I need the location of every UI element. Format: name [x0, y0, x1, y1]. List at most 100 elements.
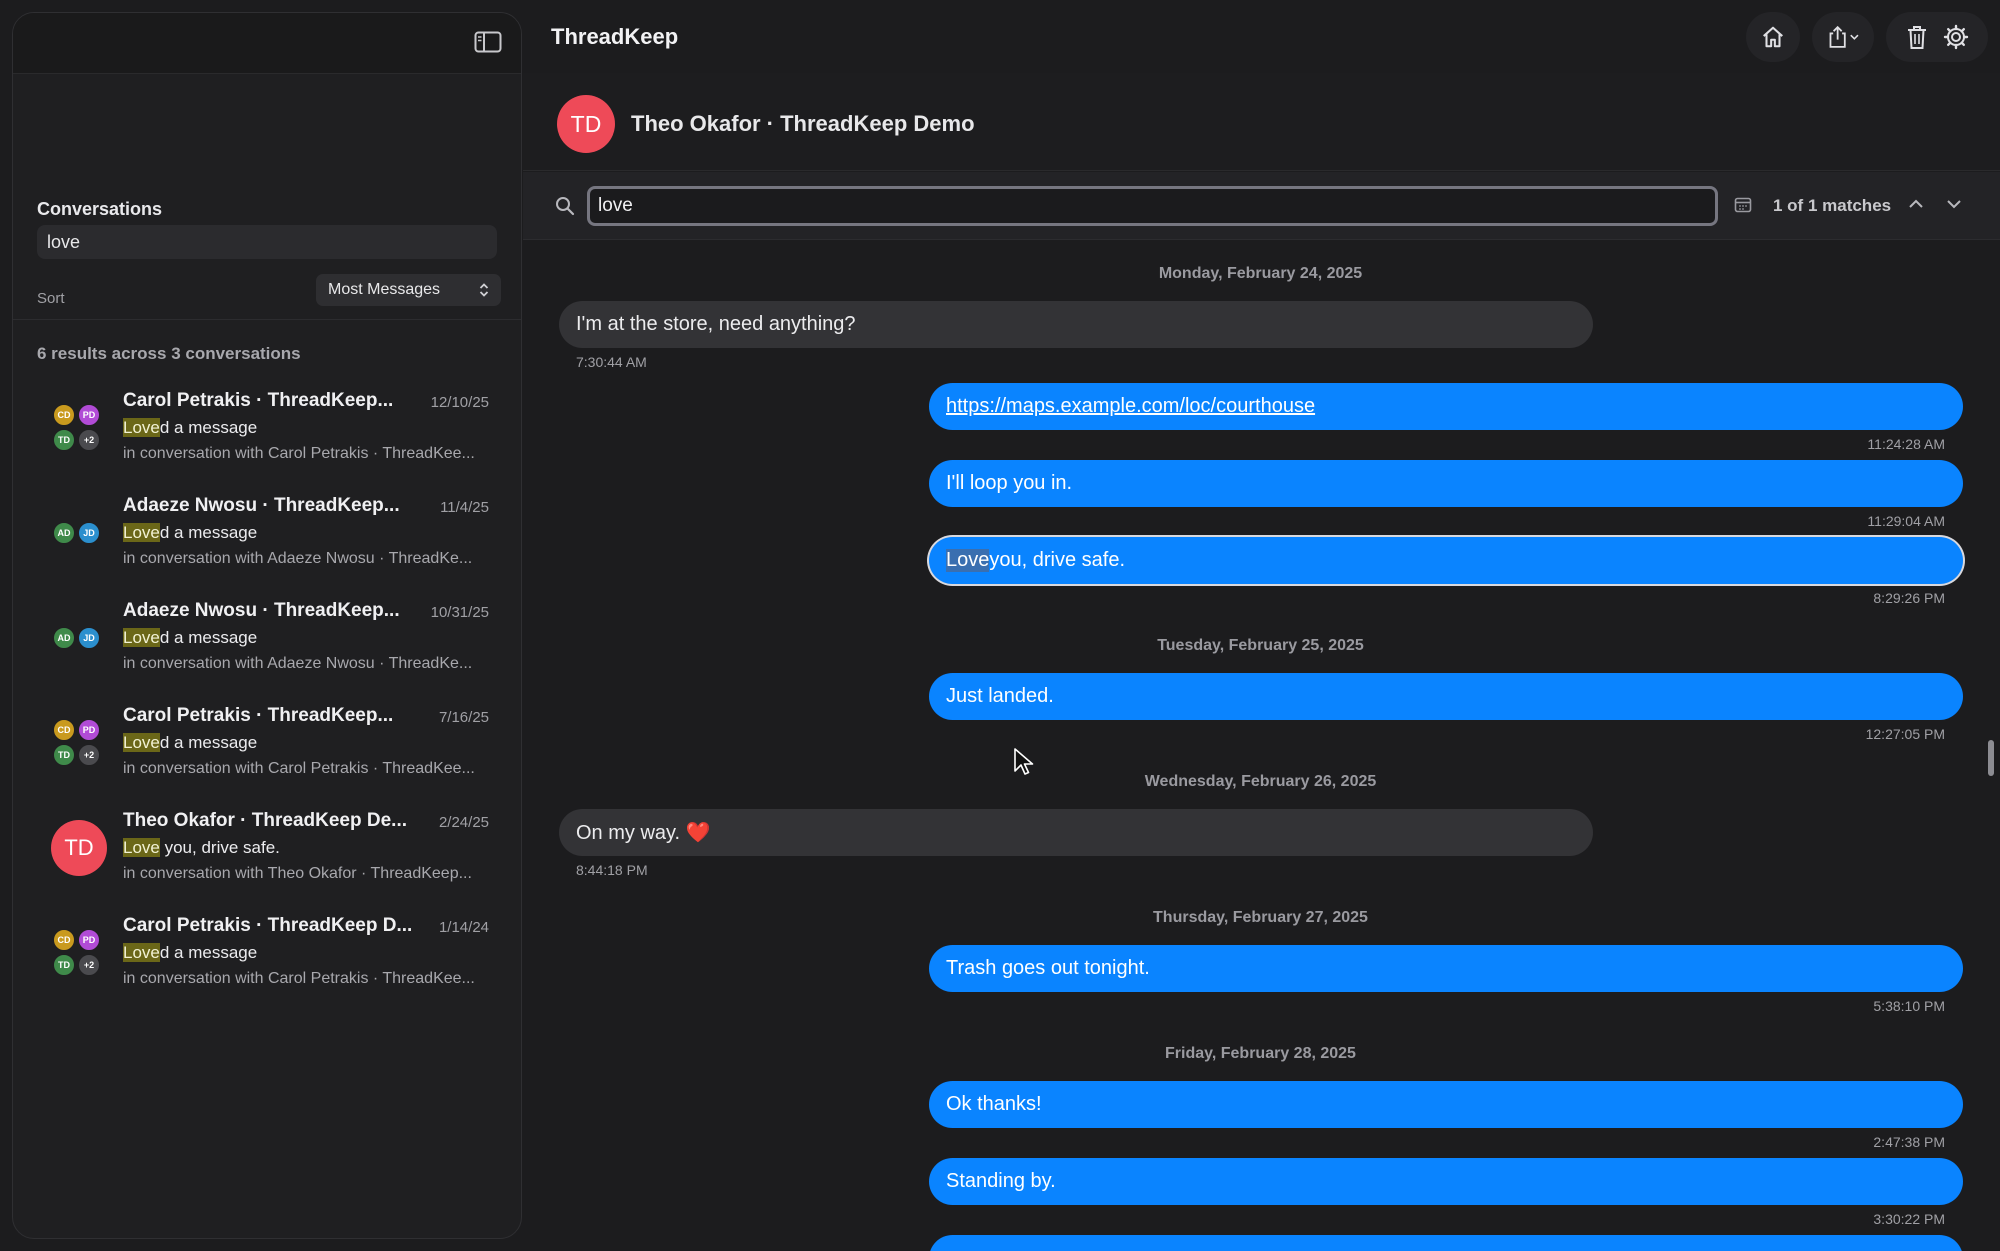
- search-result-item[interactable]: CD PD TD +2 Carol Petrakis · ThreadKeep.…: [13, 378, 521, 483]
- result-date: 2/24/25: [438, 814, 489, 831]
- search-results-list: CD PD TD +2 Carol Petrakis · ThreadKeep.…: [13, 378, 521, 1008]
- trash-icon[interactable]: [1905, 24, 1929, 50]
- sent-message[interactable]: Just landed.: [929, 673, 1963, 720]
- result-snippet: Loved a message: [123, 943, 257, 963]
- message-timestamp: 8:44:18 PM: [576, 862, 648, 878]
- sent-message[interactable]: I'll loop you in.: [929, 460, 1963, 507]
- sent-message-search-match[interactable]: Love you, drive safe.: [929, 537, 1963, 584]
- sidebar-divider: [13, 319, 521, 320]
- match-highlight: Love: [123, 418, 160, 437]
- results-summary: 6 results across 3 conversations: [37, 344, 301, 363]
- sent-message[interactable]: [929, 1235, 1963, 1251]
- sort-select[interactable]: Most Messages: [316, 274, 501, 306]
- sent-message[interactable]: https://maps.example.com/loc/courthouse: [929, 383, 1963, 430]
- message-text: you, drive safe.: [989, 549, 1125, 571]
- group-avatar: AD JD: [51, 610, 111, 670]
- search-result-item[interactable]: TD Theo Okafor · ThreadKeep De... 2/24/2…: [13, 798, 521, 903]
- message-timestamp: 8:29:26 PM: [1873, 590, 1945, 606]
- sidebar-toolbar: [13, 13, 521, 74]
- sent-message[interactable]: Ok thanks!: [929, 1081, 1963, 1128]
- date-separator: Friday, February 28, 2025: [1165, 1045, 1356, 1062]
- result-date: 1/14/24: [438, 919, 489, 936]
- app-title: ThreadKeep: [551, 24, 679, 49]
- match-highlight: Love: [123, 838, 160, 857]
- message-timestamp: 11:29:04 AM: [1867, 513, 1945, 529]
- date-separator: Wednesday, February 26, 2025: [1144, 773, 1377, 790]
- received-message[interactable]: I'm at the store, need anything?: [559, 301, 1593, 348]
- message-timestamp: 2:47:38 PM: [1873, 1134, 1945, 1150]
- calendar-icon[interactable]: [1734, 196, 1752, 214]
- result-conversation-name: Adaeze Nwosu · ThreadKeep...: [123, 600, 400, 621]
- date-separator: Thursday, February 27, 2025: [1153, 909, 1368, 926]
- result-date: 11/4/25: [440, 499, 489, 516]
- sort-label: Sort: [37, 290, 65, 307]
- search-result-item[interactable]: AD JD Adaeze Nwosu · ThreadKeep... 11/4/…: [13, 483, 521, 588]
- sent-message[interactable]: Standing by.: [929, 1158, 1963, 1205]
- result-context: in conversation with Carol Petrakis · Th…: [123, 760, 475, 777]
- share-menu-button[interactable]: [1812, 12, 1874, 62]
- result-snippet: Loved a message: [123, 418, 257, 438]
- received-message[interactable]: On my way. ❤️: [559, 809, 1593, 856]
- avatar: JD: [78, 627, 100, 649]
- result-conversation-name: Carol Petrakis · ThreadKeep...: [123, 705, 394, 726]
- message-timestamp: 3:30:22 PM: [1873, 1211, 1945, 1227]
- top-toolbar: ThreadKeep: [523, 0, 2000, 73]
- avatar: CD: [53, 404, 75, 426]
- avatar: PD: [78, 404, 100, 426]
- result-conversation-name: Carol Petrakis · ThreadKeep...: [123, 390, 394, 411]
- result-snippet: Love you, drive safe.: [123, 838, 280, 858]
- result-snippet: Loved a message: [123, 733, 257, 753]
- updown-chevron-icon: [479, 283, 489, 297]
- gear-icon[interactable]: [1943, 24, 1969, 50]
- result-date: 7/16/25: [438, 709, 489, 726]
- match-highlight: Love: [123, 943, 160, 962]
- avatar: JD: [78, 522, 100, 544]
- result-date: 12/10/25: [430, 394, 489, 411]
- home-button[interactable]: [1746, 12, 1800, 62]
- group-avatar: CD PD TD +2: [51, 400, 111, 460]
- avatar: +2: [78, 429, 100, 451]
- snippet-text: d a message: [159, 418, 258, 437]
- avatar: TD: [557, 95, 615, 153]
- toolbar-actions: [1746, 12, 1988, 62]
- result-conversation-name: Theo Okafor · ThreadKeep De...: [123, 810, 407, 831]
- match-highlight: Love: [123, 733, 160, 752]
- message-list[interactable]: Monday, February 24, 2025 I'm at the sto…: [523, 241, 2000, 1251]
- snippet-text: d a message: [159, 943, 258, 962]
- sent-message[interactable]: Trash goes out tonight.: [929, 945, 1963, 992]
- sidebar-toggle-icon[interactable]: [473, 27, 503, 57]
- avatar: TD: [53, 954, 75, 976]
- match-highlight: Love: [946, 549, 990, 572]
- scrollbar-thumb[interactable]: [1988, 740, 1994, 776]
- avatar: AD: [53, 627, 75, 649]
- snippet-text: d a message: [159, 733, 258, 752]
- search-result-item[interactable]: CD PD TD +2 Carol Petrakis · ThreadKeep.…: [13, 693, 521, 798]
- result-context: in conversation with Theo Okafor · Threa…: [123, 865, 472, 882]
- chevron-down-icon[interactable]: [1944, 194, 1964, 214]
- avatar: +2: [78, 954, 100, 976]
- message-timestamp: 5:38:10 PM: [1873, 998, 1945, 1014]
- date-separator: Tuesday, February 25, 2025: [1157, 637, 1364, 654]
- main-panel: ThreadKeep TD Theo Okafor · ThreadKeep D…: [523, 0, 2000, 1251]
- result-context: in conversation with Carol Petrakis · Th…: [123, 445, 475, 462]
- conversation-header: TD Theo Okafor · ThreadKeep Demo: [523, 73, 2000, 171]
- avatar: TD: [53, 429, 75, 451]
- date-separator: Monday, February 24, 2025: [1158, 265, 1363, 282]
- group-avatar: TD: [51, 820, 111, 880]
- search-result-item[interactable]: CD PD TD +2 Carol Petrakis · ThreadKeep …: [13, 903, 521, 1008]
- result-conversation-name: Carol Petrakis · ThreadKeep D...: [123, 915, 413, 936]
- result-snippet: Loved a message: [123, 628, 257, 648]
- result-context: in conversation with Adaeze Nwosu · Thre…: [123, 655, 473, 672]
- result-date: 10/31/25: [430, 604, 489, 621]
- avatar: CD: [53, 719, 75, 741]
- conversation-search-input[interactable]: [37, 225, 497, 259]
- result-conversation-name: Adaeze Nwosu · ThreadKeep...: [123, 495, 400, 516]
- message-search-input[interactable]: [587, 186, 1718, 226]
- message-timestamp: 11:24:28 AM: [1867, 436, 1945, 452]
- search-result-item[interactable]: AD JD Adaeze Nwosu · ThreadKeep... 10/31…: [13, 588, 521, 693]
- chevron-up-icon[interactable]: [1906, 194, 1926, 214]
- snippet-text: you, drive safe.: [159, 838, 280, 857]
- chevron-down-icon: [1850, 34, 1859, 40]
- group-avatar: AD JD: [51, 505, 111, 565]
- message-link[interactable]: https://maps.example.com/loc/courthouse: [946, 395, 1315, 418]
